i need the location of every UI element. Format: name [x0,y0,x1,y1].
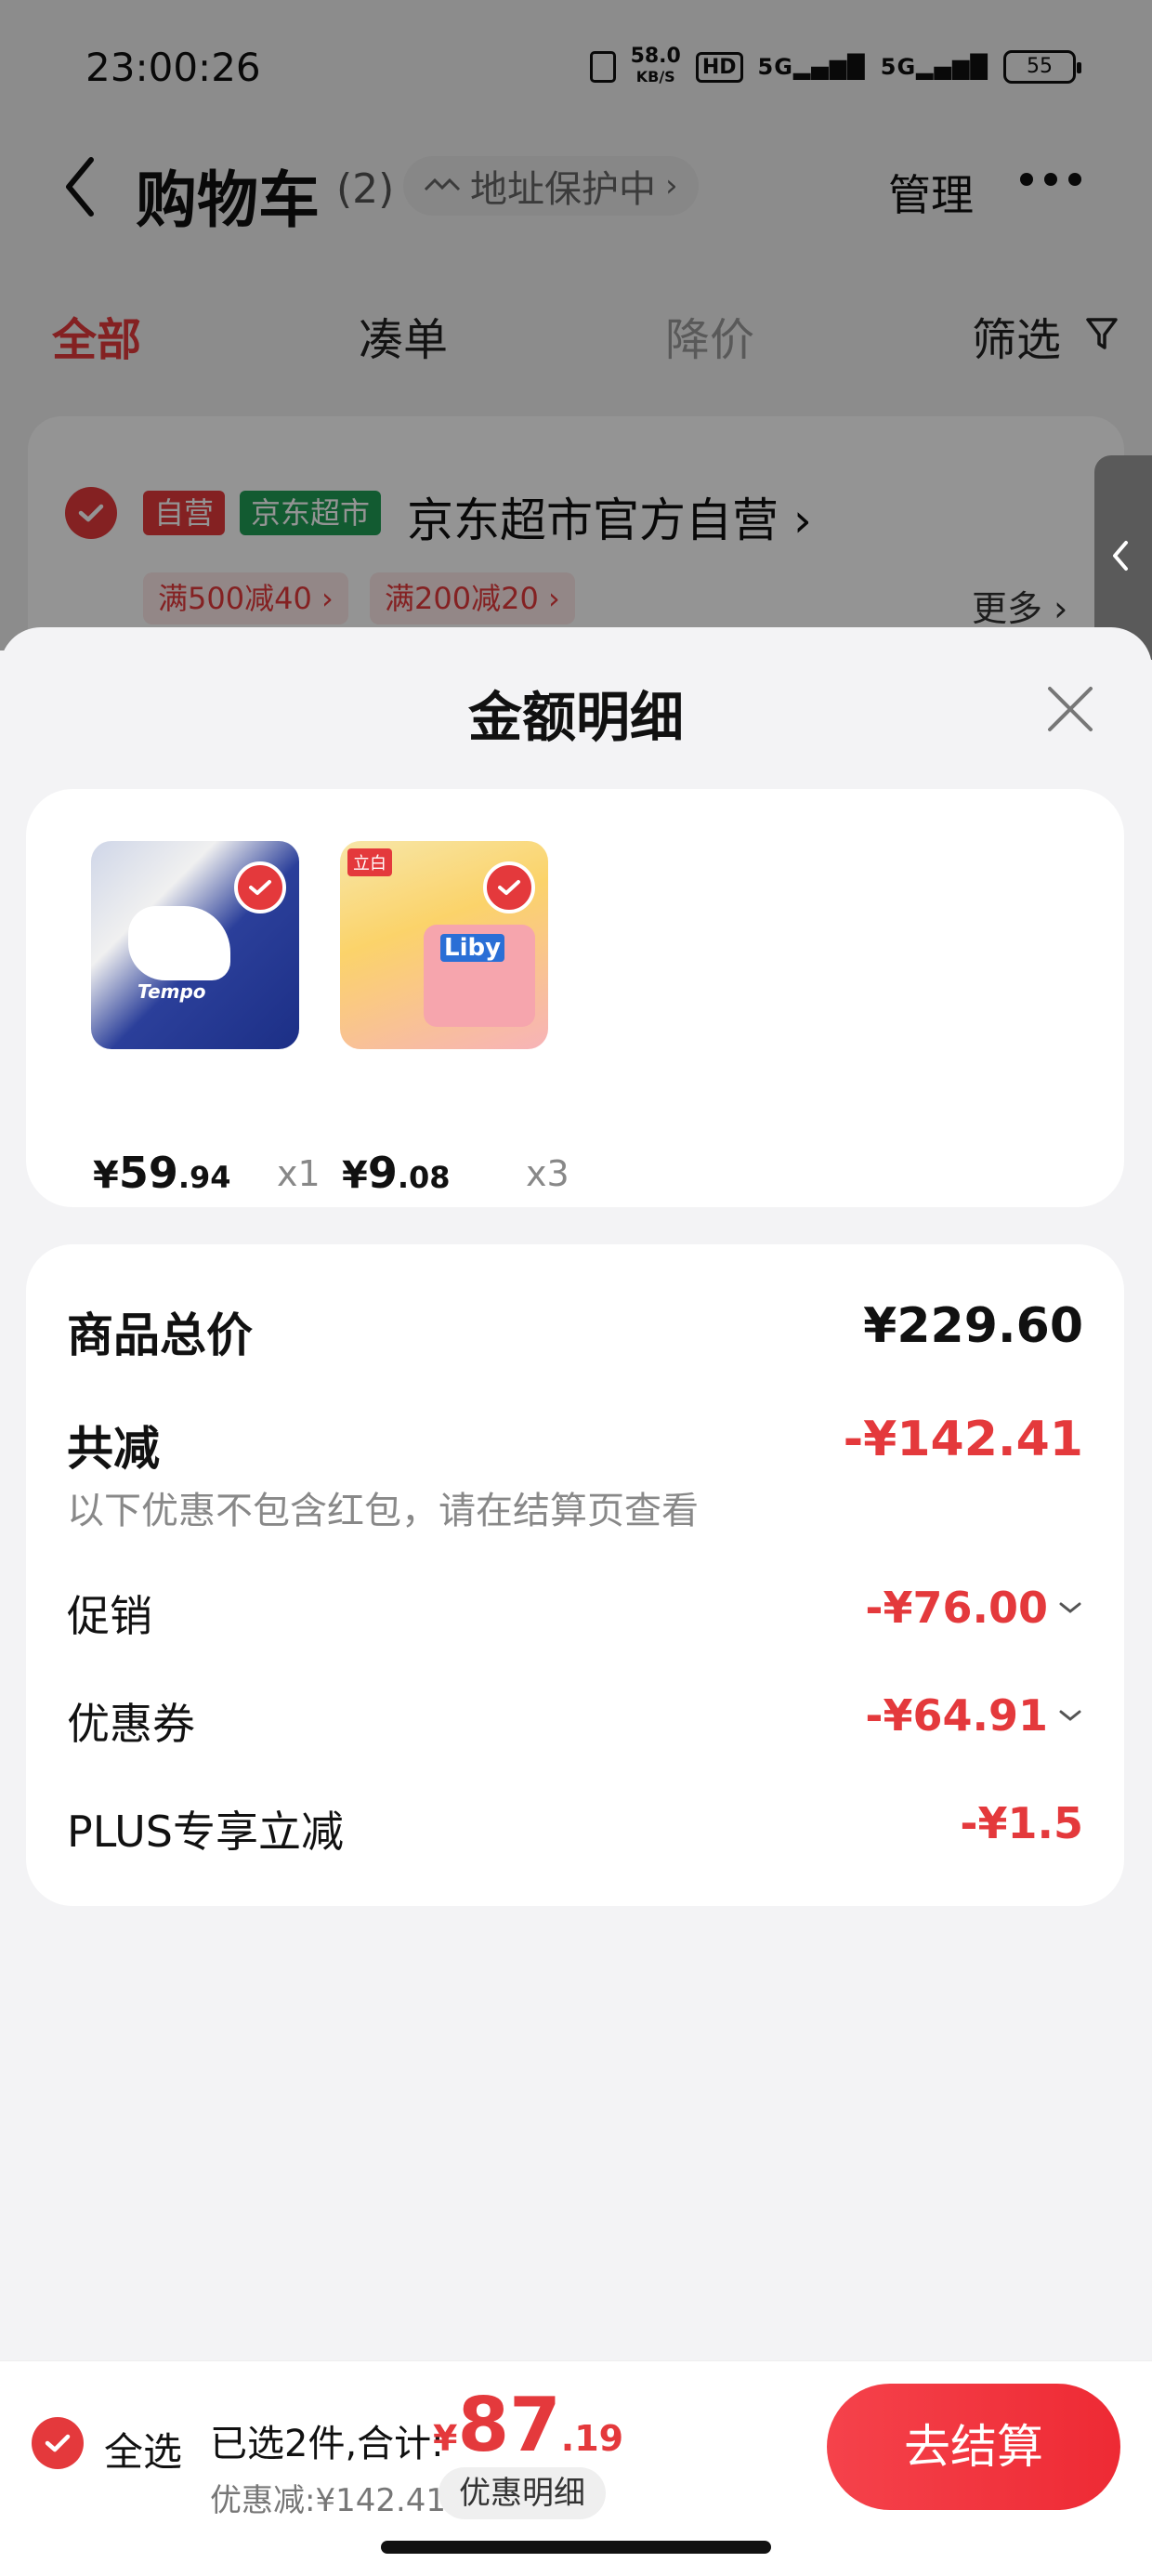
selected-count-text: 已选2件,合计: [210,2423,444,2465]
discount-summary: 优惠减:¥142.41 [210,2482,447,2519]
goods-card: ¥59.94 x1 立白 ¥9.08 x3 [26,789,1124,1207]
total-reduction-value: -¥142.41 [843,1412,1083,1467]
discount-detail-button[interactable]: 优惠明细 [439,2467,606,2519]
chevron-down-icon [1059,1710,1081,1721]
item-quantity: x1 [277,1153,321,1194]
goods-item[interactable]: 立白 ¥9.08 x3 [340,841,569,1198]
check-icon [45,2434,71,2452]
item-price: ¥9.08 [342,1148,451,1198]
promotion-value: -¥76.00 [865,1583,1048,1633]
modal-overlay[interactable] [0,0,1152,651]
plus-discount-label: PLUS专享立减 [67,1807,344,1857]
item-price: ¥59.94 [93,1148,231,1198]
chevron-left-icon [1113,541,1128,571]
total-price: ¥87.19 [433,2382,624,2468]
brand-badge: 立白 [347,848,392,876]
item-checked-icon [483,861,535,913]
coupon-label: 优惠券 [67,1699,195,1749]
goods-total-value: ¥229.60 [863,1298,1083,1354]
amount-detail-sheet: 金额明细 ¥59.94 x1 立白 ¥9.08 [0,627,1152,2576]
promotion-row-toggle[interactable]: -¥76.00 [865,1583,1083,1633]
close-icon[interactable] [1041,679,1100,739]
chevron-down-icon [1059,1602,1081,1613]
checkout-button[interactable]: 去结算 [827,2384,1120,2510]
select-all-checkbox[interactable] [32,2417,84,2469]
coupon-row-toggle[interactable]: -¥64.91 [865,1690,1083,1741]
item-checked-icon [234,861,286,913]
promotion-label: 促销 [67,1591,152,1641]
total-reduction-label: 共减 [67,1422,160,1476]
price-summary-card: 商品总价 ¥229.60 共减 -¥142.41 以下优惠不包含红包，请在结算页… [26,1244,1124,1906]
plus-discount-value: -¥1.5 [960,1798,1083,1848]
item-quantity: x3 [526,1153,569,1194]
goods-item[interactable]: ¥59.94 x1 [91,841,321,1198]
home-indicator[interactable] [381,2541,771,2554]
goods-total-label: 商品总价 [67,1308,253,1362]
sheet-title: 金额明细 [467,686,684,749]
product-image-tissue [91,841,299,1049]
coupon-value: -¥64.91 [865,1690,1048,1741]
reduction-note: 以下优惠不包含红包，请在结算页查看 [67,1490,699,1532]
select-all-label[interactable]: 全选 [104,2421,182,2477]
product-image-detergent: 立白 [340,841,548,1049]
